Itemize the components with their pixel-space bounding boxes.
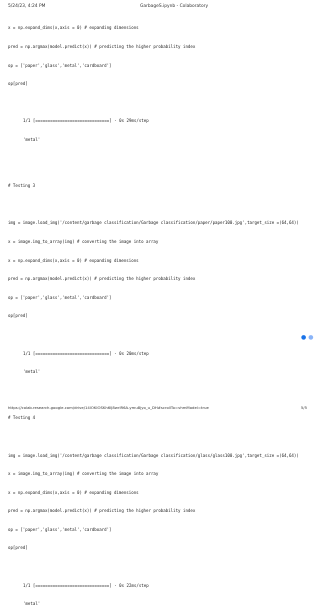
section-comment: # Testing 3 [8,183,36,189]
status-dot-icon: ● [308,334,316,341]
code-line: pred = np.argmax(model.predict(x)) # pre… [8,276,196,282]
code-line: op = ['paper','glass','metal','cardboard… [8,294,112,300]
code-line: op[pred] [8,545,28,551]
print-page-title: GarbageS.ipynb - Colaboratory [140,4,209,9]
output-progress: 1/1 [==============================] - 0… [23,350,149,356]
notebook-content: x = np.expand_dims(x,axis = 0) # expandi… [8,13,313,614]
code-line: pred = np.argmax(model.predict(x)) # pre… [8,508,196,514]
code-line: x = np.expand_dims(x,axis = 0) # expandi… [8,25,139,31]
code-line: op[pred] [8,313,28,319]
print-header: 5/24/23, 4:24 PM GarbageS.ipynb - Colabo… [0,0,320,12]
code-line: x = image.img_to_array(img) # converting… [8,238,159,244]
output-result: 'metal' [23,136,41,142]
print-datetime: 5/24/23, 4:24 PM [8,4,46,9]
output-result: 'metal' [23,369,41,375]
output-progress: 1/1 [==============================] - 0… [23,118,149,124]
code-line: op = ['paper','glass','metal','cardboard… [8,526,112,532]
code-line: x = np.expand_dims(x,axis = 0) # expandi… [8,257,139,263]
output-progress: 1/1 [==============================] - 0… [23,582,149,588]
code-line: pred = np.argmax(model.predict(x)) # pre… [8,44,196,49]
code-line: x = image.img_to_array(img) # converting… [8,471,159,477]
section-comment: # Testing 4 [8,415,36,421]
page-number: 5/5 [300,405,307,410]
output-result: 'metal' [23,601,41,607]
code-line: x = np.expand_dims(x,axis = 0) # expandi… [8,489,139,495]
code-line: img = image.load_img('/content/garbage c… [8,220,299,226]
footer-url: https://colab.research.google.com/drive/… [8,405,209,410]
code-line: op = ['paper','glass','metal','cardboard… [8,62,112,68]
code-line: op[pred] [8,81,28,87]
code-line: img = image.load_img('/content/garbage c… [8,452,299,458]
status-dots: ●● [301,334,316,341]
print-footer: https://colab.research.google.com/drive/… [8,405,313,413]
